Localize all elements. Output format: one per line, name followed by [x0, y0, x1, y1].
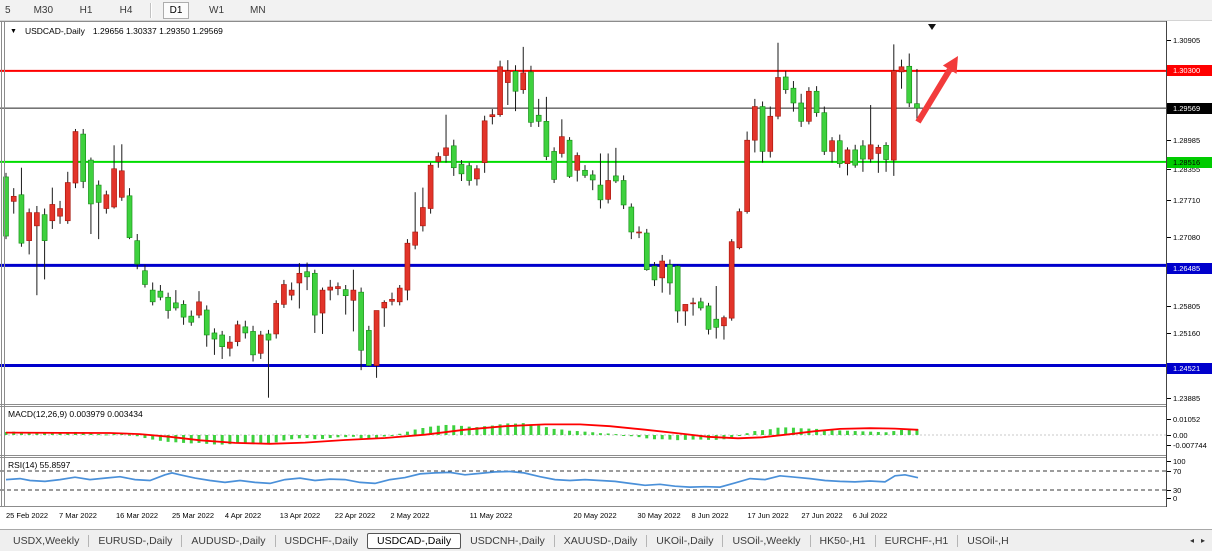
- axis-tick-label: 1.25805: [1167, 301, 1200, 311]
- tab-scroll-left-icon[interactable]: ◂: [1190, 536, 1194, 545]
- price-badge: 1.28516: [1167, 157, 1212, 168]
- trend-arrow-annotation[interactable]: [918, 56, 958, 122]
- axis-tick-label: 1.27080: [1167, 232, 1200, 242]
- axis-tick-label: 1.23885: [1167, 393, 1200, 403]
- timeframe-h1[interactable]: H1: [73, 2, 99, 19]
- timeframe-mn[interactable]: MN: [244, 2, 272, 19]
- date-tick-label: 25 Mar 2022: [172, 511, 214, 520]
- date-tick-label: 11 May 2022: [470, 511, 513, 520]
- tab-audusd-daily[interactable]: AUDUSD-,Daily: [182, 534, 274, 548]
- axis-tick-label: -0.007744: [1167, 440, 1207, 450]
- chart-title: ▼ USDCAD-,Daily 1.29656 1.30337 1.29350 …: [10, 26, 223, 36]
- axis-tick-label: 100: [1167, 456, 1186, 466]
- tab-xauusd-daily[interactable]: XAUUSD-,Daily: [555, 534, 647, 548]
- axis-tick-label: 1.27710: [1167, 195, 1200, 205]
- tab-eurusd-daily[interactable]: EURUSD-,Daily: [89, 534, 181, 548]
- tab-usoil-weekly[interactable]: USOil-,Weekly: [723, 534, 809, 548]
- ohlc-label: 1.29656 1.30337 1.29350 1.29569: [93, 26, 223, 36]
- macd-label: MACD(12,26,9) 0.003979 0.003434: [8, 409, 143, 419]
- price-badge: 1.24521: [1167, 363, 1212, 374]
- date-tick-label: 17 Jun 2022: [747, 511, 788, 520]
- tab-ukoil-daily[interactable]: UKOil-,Daily: [647, 534, 722, 548]
- date-tick-label: 7 Mar 2022: [59, 511, 97, 520]
- tab-eurchf-h1[interactable]: EURCHF-,H1: [876, 534, 958, 548]
- symbol-label: USDCAD-,Daily: [25, 26, 85, 36]
- axis-tick-label: 1.28985: [1167, 135, 1200, 145]
- date-tick-label: 6 Jul 2022: [853, 511, 888, 520]
- chart-tabs: USDX,WeeklyEURUSD-,DailyAUDUSD-,DailyUSD…: [0, 529, 1212, 551]
- trading-platform-window: 5 M30 H1 H4 D1 W1 MN ▼ USDCAD-,Daily 1.29656 1…: [0, 0, 1212, 551]
- tab-scroll-right-icon[interactable]: ▸: [1201, 536, 1205, 545]
- date-tick-label: 8 Jun 2022: [691, 511, 728, 520]
- rsi-line: [6, 472, 918, 488]
- tab-usdcad-daily[interactable]: USDCAD-,Daily: [367, 533, 461, 549]
- chevron-down-icon[interactable]: ▼: [10, 28, 17, 35]
- timeframe-w1[interactable]: W1: [203, 2, 230, 19]
- timeframe-toolbar: 5 M30 H1 H4 D1 W1 MN: [0, 0, 1212, 21]
- timeframe-h4[interactable]: H4: [113, 2, 139, 19]
- price-badge: 1.30300: [1167, 65, 1212, 76]
- tab-usdx-weekly[interactable]: USDX,Weekly: [4, 534, 88, 548]
- date-tick-label: 2 May 2022: [390, 511, 429, 520]
- axis-tick-label: 0.01052: [1167, 414, 1200, 424]
- tab-scroll-controls: ◂▸: [1190, 536, 1208, 545]
- tab-hk50-h1[interactable]: HK50-,H1: [811, 534, 875, 548]
- timeframe-d1[interactable]: D1: [163, 2, 189, 19]
- tab-usdcnh-daily[interactable]: USDCNH-,Daily: [461, 534, 554, 548]
- axis-tick-label: 0.00: [1167, 430, 1188, 440]
- axis-tick-label: 70: [1167, 466, 1181, 476]
- chart-canvas[interactable]: [0, 21, 1212, 507]
- axis-tick-label: 0: [1167, 493, 1177, 503]
- horizontal-levels[interactable]: [0, 71, 1166, 366]
- date-tick-label: 4 Apr 2022: [225, 511, 261, 520]
- date-tick-label: 20 May 2022: [573, 511, 616, 520]
- axis-tick-label: 1.25160: [1167, 328, 1200, 338]
- date-tick-label: 16 Mar 2022: [116, 511, 158, 520]
- date-tick-label: 30 May 2022: [637, 511, 680, 520]
- candlestick-series: [4, 43, 920, 398]
- price-badge: 1.29569: [1167, 103, 1212, 114]
- tab-usoil-h[interactable]: USOil-,H: [958, 534, 1017, 548]
- rsi-label: RSI(14) 55.8597: [8, 460, 70, 470]
- date-tick-label: 22 Apr 2022: [335, 511, 375, 520]
- timeframe-m30[interactable]: M30: [28, 2, 59, 19]
- toolbar-separator: [150, 3, 152, 18]
- chart-panel[interactable]: ▼ USDCAD-,Daily 1.29656 1.30337 1.29350 …: [0, 21, 1212, 507]
- object-anchor-icon[interactable]: [928, 24, 936, 30]
- price-axis[interactable]: 1.309051.289851.283551.277101.270801.258…: [1167, 21, 1212, 528]
- axis-tick-label: 1.30905: [1167, 35, 1200, 45]
- time-axis[interactable]: 25 Feb 2022 7 Mar 2022 16 Mar 2022 25 Mar 2…: [0, 507, 1167, 529]
- date-tick-label: 13 Apr 2022: [280, 511, 320, 520]
- tab-usdchf-daily[interactable]: USDCHF-,Daily: [276, 534, 368, 548]
- date-tick-label: 25 Feb 2022: [6, 511, 48, 520]
- timeframe-5[interactable]: 5: [2, 2, 14, 19]
- price-badge: 1.26485: [1167, 263, 1212, 274]
- date-tick-label: 27 Jun 2022: [801, 511, 842, 520]
